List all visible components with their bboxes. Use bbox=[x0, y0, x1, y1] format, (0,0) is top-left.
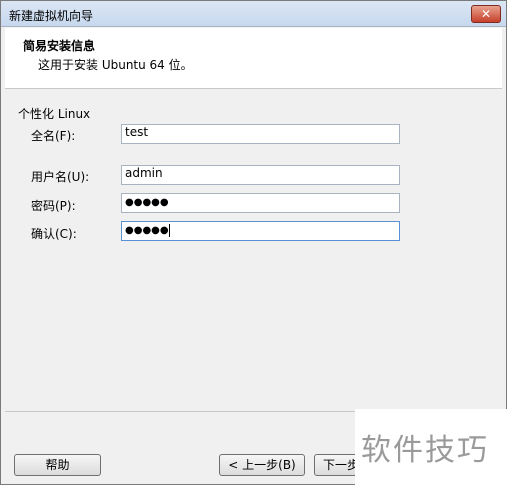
page-subtitle: 这用于安装 Ubuntu 64 位。 bbox=[38, 58, 193, 72]
username-label: 用户名(U): bbox=[31, 170, 90, 184]
back-button[interactable]: < 上一步(B) bbox=[219, 454, 305, 476]
fullname-value: test bbox=[125, 125, 149, 139]
wizard-header: 简易安装信息 这用于安装 Ubuntu 64 位。 bbox=[5, 28, 502, 89]
password-label: 密码(P): bbox=[31, 199, 76, 213]
watermark-text: 软件技巧 bbox=[361, 433, 489, 468]
password-value: ●●●●● bbox=[125, 197, 169, 208]
confirm-password-field[interactable]: ●●●●● bbox=[121, 221, 400, 241]
fullname-label: 全名(F): bbox=[31, 129, 76, 143]
watermark-overlay: 软件技巧 bbox=[355, 409, 507, 486]
page-title: 简易安装信息 bbox=[23, 39, 96, 53]
username-field[interactable]: admin bbox=[121, 165, 400, 185]
form-area: 个性化 Linux 全名(F): test 用户名(U): admin 密码(P… bbox=[5, 89, 502, 411]
close-icon[interactable]: ✕ bbox=[471, 5, 501, 23]
confirm-value: ●●●●● bbox=[125, 225, 169, 236]
group-label-linux: 个性化 Linux bbox=[18, 107, 91, 121]
password-field[interactable]: ●●●●● bbox=[121, 193, 400, 213]
fullname-field[interactable]: test bbox=[121, 124, 400, 144]
help-button[interactable]: 帮助 bbox=[14, 454, 101, 476]
wizard-window: 新建虚拟机向导 ✕ 简易安装信息 这用于安装 Ubuntu 64 位。 个性化 … bbox=[0, 0, 507, 486]
title-bar[interactable]: 新建虚拟机向导 ✕ bbox=[1, 1, 506, 27]
username-value: admin bbox=[125, 166, 163, 180]
confirm-label: 确认(C): bbox=[31, 227, 77, 241]
window-title: 新建虚拟机向导 bbox=[9, 9, 94, 23]
text-caret bbox=[168, 223, 170, 237]
